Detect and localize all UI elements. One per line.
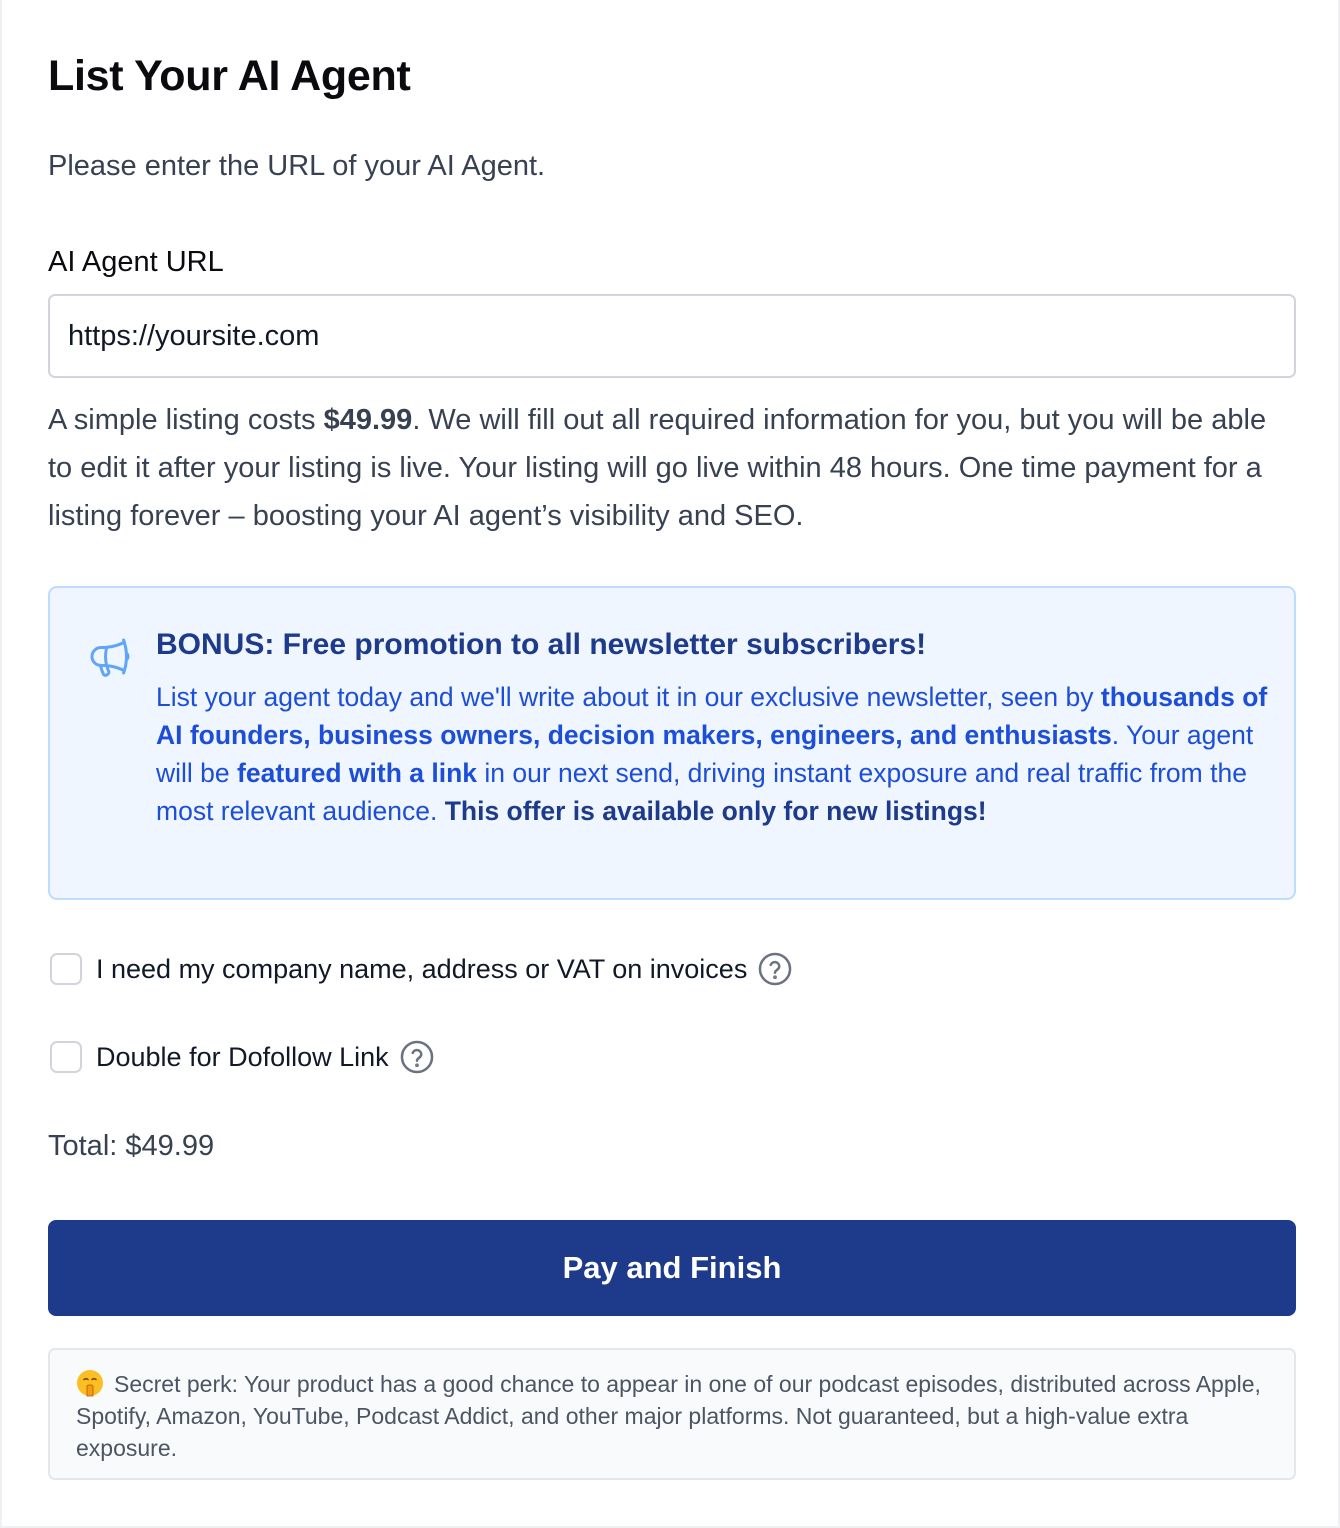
dofollow-option[interactable]: Double for Dofollow Link [48,1038,436,1076]
bonus-text-1: List your agent today [156,682,403,712]
bonus-offer-note: This offer is available only for new lis… [444,796,987,826]
bonus-featured: featured with a link [237,758,478,788]
bonus-text-2: and we'll write about it in our exclusiv… [402,682,1101,712]
dofollow-checkbox[interactable] [50,1041,82,1073]
dofollow-label[interactable]: Double for Dofollow Link [96,1042,389,1073]
pricing-text-start: A simple listing costs [48,404,324,436]
secret-perk-text: Secret perk: Your product has a good cha… [76,1371,1261,1461]
agent-url-input[interactable] [48,294,1296,378]
bonus-title: BONUS: Free promotion to all newsletter … [156,628,927,661]
pricing-description: A simple listing costs $49.99. We will f… [48,396,1296,540]
shushing-face-emoji [77,1370,103,1397]
page-subtitle: Please enter the URL of your AI Agent. [48,150,546,182]
listing-price: $49.99 [323,404,413,436]
pay-and-finish-button[interactable]: Pay and Finish [48,1220,1296,1316]
invoice-details-label[interactable]: I need my company name, address or VAT o… [96,954,747,985]
url-field-label: AI Agent URL [48,246,224,278]
question-circle-icon[interactable] [756,950,794,988]
secret-perk-note: Secret perk: Your product has a good cha… [48,1348,1296,1480]
invoice-details-option[interactable]: I need my company name, address or VAT o… [48,950,794,988]
bonus-body: List your agent today and we'll write ab… [156,678,1276,830]
bonus-callout: BONUS: Free promotion to all newsletter … [48,586,1296,900]
megaphone-icon [90,638,130,677]
question-circle-icon[interactable] [398,1038,436,1076]
invoice-details-checkbox[interactable] [50,953,82,985]
order-total: Total: $49.99 [48,1130,215,1162]
page-title: List Your AI Agent [48,52,411,100]
